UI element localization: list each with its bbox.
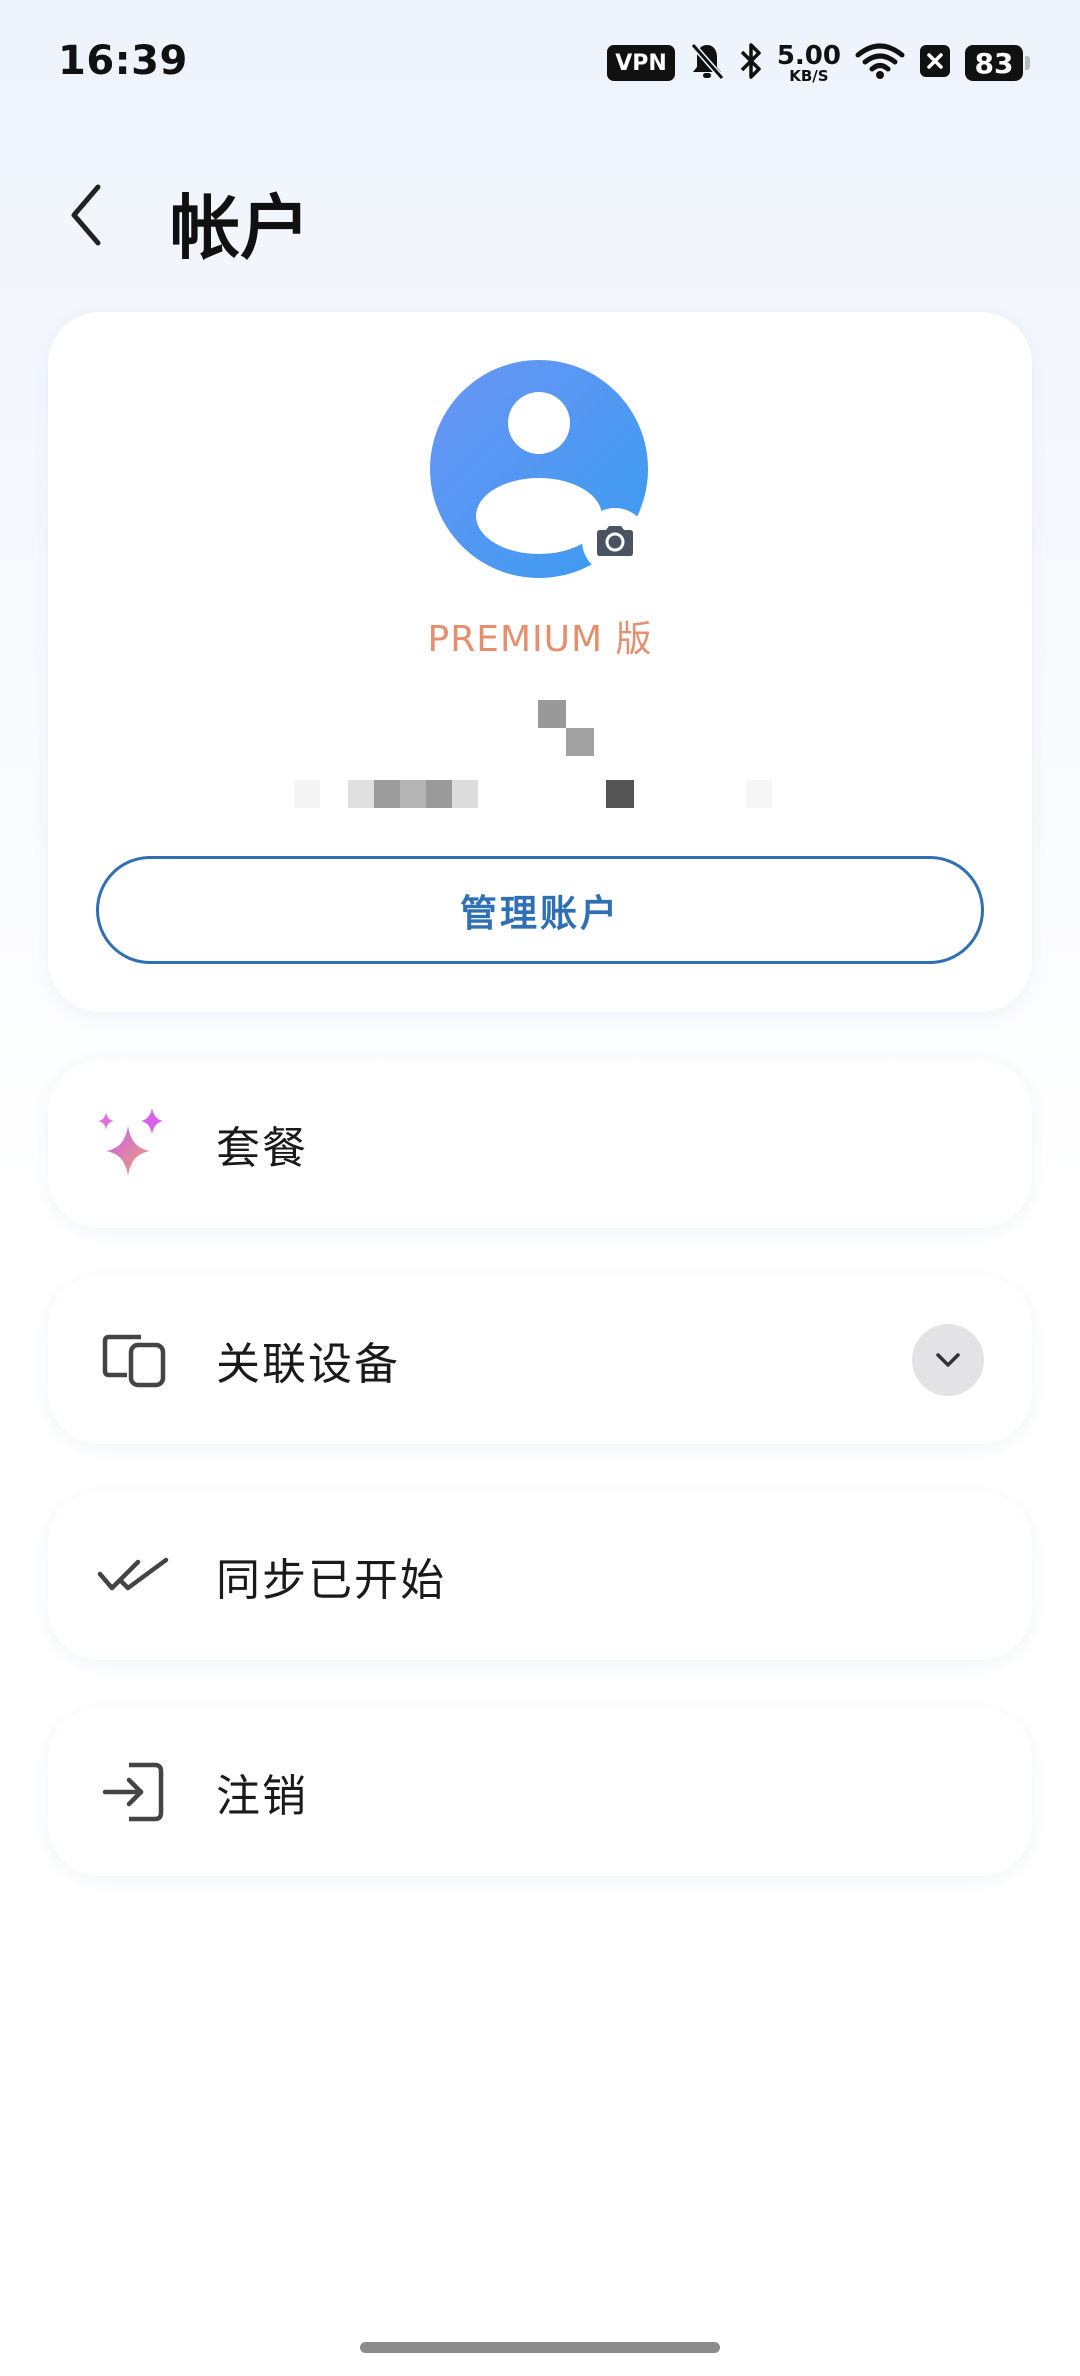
status-time: 16:39 bbox=[58, 38, 188, 84]
sparkle-icon bbox=[92, 1102, 176, 1186]
camera-icon[interactable] bbox=[582, 508, 648, 574]
profile-card: PREMIUM 版 管理账户 bbox=[48, 312, 1032, 1012]
menu-item-label: 同步已开始 bbox=[216, 1555, 446, 1606]
bell-muted-icon bbox=[689, 41, 725, 85]
sign-in-icon bbox=[92, 1750, 176, 1834]
close-box-icon bbox=[919, 43, 951, 83]
back-button[interactable] bbox=[56, 175, 116, 255]
status-icons: VPN 5.00 KB/S 83 bbox=[607, 40, 1030, 86]
manage-account-button[interactable]: 管理账户 bbox=[96, 856, 984, 964]
net-speed-value: 5.00 bbox=[776, 40, 841, 71]
menu-item-plans[interactable]: 套餐 bbox=[48, 1060, 1032, 1228]
page-title: 帐户 bbox=[170, 187, 310, 269]
menu-item-sign-out[interactable]: 注销 bbox=[48, 1708, 1032, 1876]
menu-item-label: 关联设备 bbox=[216, 1339, 400, 1390]
chevron-left-icon bbox=[71, 184, 101, 246]
person-icon-head bbox=[508, 392, 570, 454]
net-speed: 5.00 KB/S bbox=[777, 43, 841, 84]
menu-item-linked-devices[interactable]: 关联设备 bbox=[48, 1276, 1032, 1444]
redacted-account-name bbox=[538, 700, 618, 760]
redacted-account-email bbox=[294, 780, 774, 810]
home-indicator[interactable] bbox=[360, 2342, 720, 2353]
status-bar: 16:39 VPN 5.00 KB/S 83 bbox=[0, 0, 1080, 125]
battery-icon: 83 bbox=[965, 45, 1030, 81]
expand-button[interactable] bbox=[912, 1324, 984, 1396]
double-check-icon bbox=[92, 1534, 176, 1618]
battery-level: 83 bbox=[965, 45, 1023, 81]
wifi-icon bbox=[855, 42, 905, 84]
net-speed-unit: KB/S bbox=[789, 66, 829, 85]
vpn-icon: VPN bbox=[607, 45, 675, 81]
menu-item-sync[interactable]: 同步已开始 bbox=[48, 1492, 1032, 1660]
menu-item-label: 套餐 bbox=[216, 1123, 308, 1174]
chevron-down-icon bbox=[936, 1353, 960, 1367]
devices-icon bbox=[92, 1318, 176, 1402]
premium-label: PREMIUM 版 bbox=[427, 619, 653, 660]
menu-item-label: 注销 bbox=[216, 1771, 308, 1822]
battery-tip bbox=[1025, 56, 1030, 70]
bluetooth-icon bbox=[739, 41, 763, 85]
